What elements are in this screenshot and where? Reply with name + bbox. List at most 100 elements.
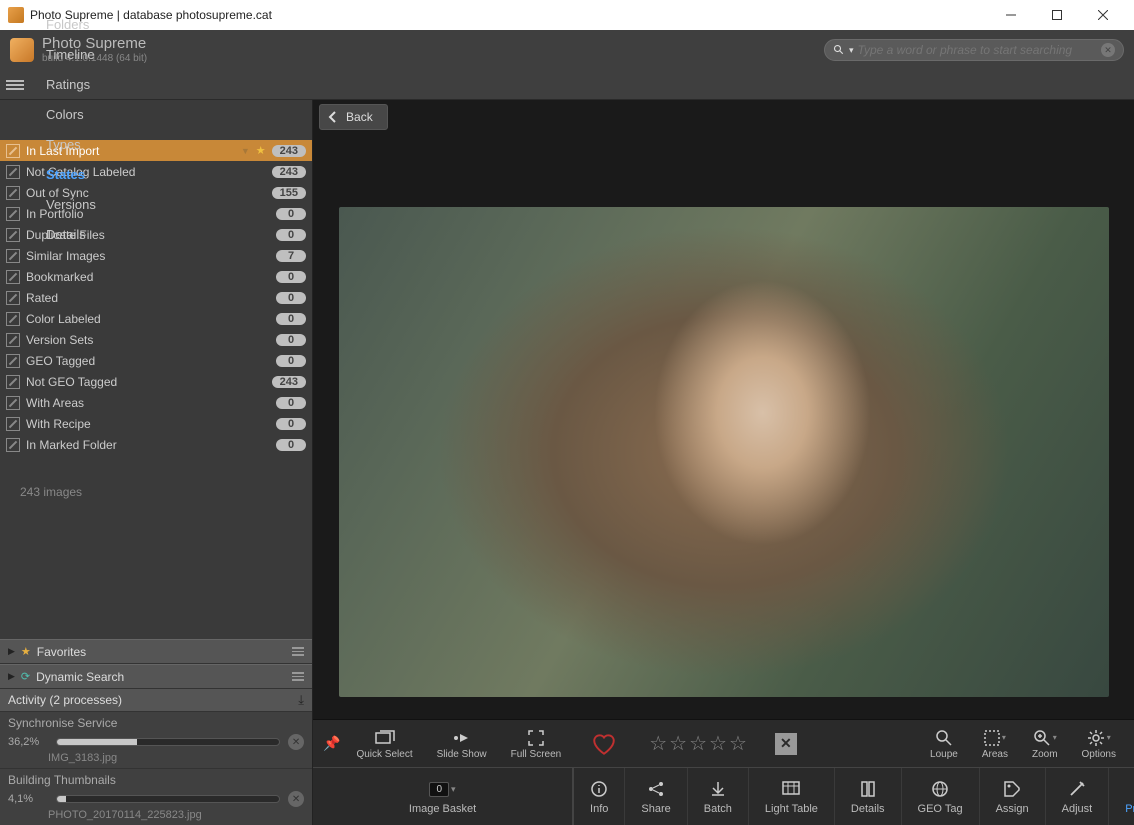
cancel-activity-button[interactable]: ✕ bbox=[288, 791, 304, 807]
chevron-left-icon bbox=[328, 111, 338, 123]
state-item[interactable]: Bookmarked 0 bbox=[0, 266, 312, 287]
loupe-button[interactable]: Loupe bbox=[922, 728, 966, 760]
state-item[interactable]: Rated 0 bbox=[0, 287, 312, 308]
app-header: Photo Supreme build 4.1.0.1448 (64 bit) … bbox=[0, 30, 1134, 70]
details-button[interactable]: Details bbox=[835, 768, 902, 825]
image-basket-button[interactable]: 0 ▾ Image Basket bbox=[313, 768, 573, 825]
share-button[interactable]: Share bbox=[625, 768, 687, 825]
assign-button[interactable]: Assign bbox=[980, 768, 1046, 825]
state-label: GEO Tagged bbox=[26, 354, 270, 368]
image-viewer: Back 📌 Quick Select Slide Show Full Scre… bbox=[313, 100, 1134, 825]
activity-file: IMG_3183.jpg bbox=[8, 752, 304, 764]
favorites-panel-header[interactable]: ▶ ★ Favorites bbox=[0, 639, 312, 664]
back-label: Back bbox=[346, 110, 373, 124]
maximize-button[interactable] bbox=[1034, 0, 1080, 30]
state-item[interactable]: Color Labeled 0 bbox=[0, 308, 312, 329]
search-field[interactable]: ▾ ✕ bbox=[824, 39, 1124, 61]
tab-portfolios[interactable]: Portfolios bbox=[34, 0, 121, 10]
progress-bar bbox=[56, 795, 280, 803]
state-label: With Areas bbox=[26, 396, 270, 410]
tab-types[interactable]: Types bbox=[34, 130, 121, 160]
dynamic-search-panel-header[interactable]: ▶ ⟳ Dynamic Search bbox=[0, 664, 312, 689]
tab-colors[interactable]: Colors bbox=[34, 100, 121, 130]
state-item[interactable]: With Areas 0 bbox=[0, 392, 312, 413]
panel-menu-icon[interactable] bbox=[292, 647, 304, 656]
tab-details[interactable]: Details bbox=[34, 220, 121, 250]
tab-versions[interactable]: Versions bbox=[34, 190, 121, 220]
activity-panel-header[interactable]: Activity (2 processes) ⤓ bbox=[0, 689, 312, 711]
adjust-button[interactable]: Adjust bbox=[1046, 768, 1110, 825]
hamburger-menu[interactable] bbox=[6, 80, 24, 90]
zoom-button[interactable]: ▾ Zoom bbox=[1024, 728, 1066, 760]
minimize-button[interactable] bbox=[988, 0, 1034, 30]
favorite-heart-icon[interactable] bbox=[591, 732, 617, 756]
star-4[interactable]: ☆ bbox=[709, 731, 727, 756]
tab-states[interactable]: States bbox=[34, 160, 121, 190]
state-item[interactable]: With Recipe 0 bbox=[0, 413, 312, 434]
star-1[interactable]: ☆ bbox=[649, 731, 667, 756]
light-table-icon bbox=[781, 778, 801, 800]
tab-folders[interactable]: Folders bbox=[34, 10, 121, 40]
back-button[interactable]: Back bbox=[319, 104, 388, 130]
activity-name: Building Thumbnails bbox=[8, 773, 304, 787]
close-button[interactable] bbox=[1080, 0, 1126, 30]
count-badge: 0 bbox=[276, 313, 306, 325]
areas-button[interactable]: ▾ Areas bbox=[974, 728, 1016, 760]
state-label: Bookmarked bbox=[26, 270, 270, 284]
star-3[interactable]: ☆ bbox=[689, 731, 707, 756]
rating-stars[interactable]: ☆ ☆ ☆ ☆ ☆ bbox=[649, 731, 747, 756]
logo-icon bbox=[10, 38, 34, 62]
tab-timeline[interactable]: Timeline bbox=[34, 40, 121, 70]
light-table-button[interactable]: Light Table bbox=[749, 768, 835, 825]
panel-menu-icon[interactable] bbox=[292, 672, 304, 681]
preview-button[interactable]: Preview bbox=[1109, 768, 1134, 825]
reject-button[interactable]: ✕ bbox=[775, 733, 797, 755]
star-5[interactable]: ☆ bbox=[729, 731, 747, 756]
zoom-icon: ▾ bbox=[1033, 728, 1057, 748]
search-icon bbox=[833, 44, 845, 56]
geo-tag-button[interactable]: GEO Tag bbox=[902, 768, 980, 825]
clear-search-button[interactable]: ✕ bbox=[1101, 43, 1115, 57]
cancel-activity-button[interactable]: ✕ bbox=[288, 734, 304, 750]
share-icon bbox=[647, 778, 665, 800]
search-dropdown-icon[interactable]: ▾ bbox=[849, 45, 854, 56]
state-label: Color Labeled bbox=[26, 312, 270, 326]
full-screen-button[interactable]: Full Screen bbox=[503, 728, 570, 760]
count-badge: 7 bbox=[276, 250, 306, 262]
options-button[interactable]: ▾ Options bbox=[1074, 728, 1124, 760]
window-title: Photo Supreme | database photosupreme.ca… bbox=[30, 8, 988, 22]
chevron-down-icon: ▼ bbox=[241, 146, 250, 156]
count-badge: 0 bbox=[276, 418, 306, 430]
quick-select-button[interactable]: Quick Select bbox=[348, 728, 420, 760]
edit-icon bbox=[6, 144, 20, 158]
state-item[interactable]: Version Sets 0 bbox=[0, 329, 312, 350]
search-input[interactable] bbox=[858, 43, 1101, 57]
info-button[interactable]: Info bbox=[574, 768, 625, 825]
state-label: In Marked Folder bbox=[26, 438, 270, 452]
batch-button[interactable]: Batch bbox=[688, 768, 749, 825]
activity-file: PHOTO_20170114_225823.jpg bbox=[8, 809, 304, 821]
state-item[interactable]: GEO Tagged 0 bbox=[0, 350, 312, 371]
expand-icon: ▶ bbox=[8, 671, 15, 682]
edit-icon bbox=[6, 270, 20, 284]
state-item[interactable]: In Marked Folder 0 bbox=[0, 434, 312, 455]
count-badge: 0 bbox=[276, 397, 306, 409]
slide-show-button[interactable]: Slide Show bbox=[429, 728, 495, 760]
state-label: Not GEO Tagged bbox=[26, 375, 266, 389]
image-count: 243 images bbox=[0, 455, 312, 529]
edit-icon bbox=[6, 396, 20, 410]
star-2[interactable]: ☆ bbox=[669, 731, 687, 756]
slide-show-icon bbox=[453, 728, 471, 748]
edit-icon bbox=[6, 228, 20, 242]
state-item[interactable]: Not GEO Tagged 243 bbox=[0, 371, 312, 392]
batch-icon bbox=[709, 778, 727, 800]
dynamic-search-label: Dynamic Search bbox=[36, 670, 124, 684]
tab-ratings[interactable]: Ratings bbox=[34, 70, 121, 100]
state-label: Rated bbox=[26, 291, 270, 305]
adjust-icon bbox=[1068, 778, 1086, 800]
preview-image[interactable] bbox=[339, 207, 1109, 697]
pin-icon[interactable]: 📌 bbox=[323, 735, 340, 752]
progress-bar bbox=[56, 738, 280, 746]
areas-icon: ▾ bbox=[984, 728, 1006, 748]
collapse-icon[interactable]: ⤓ bbox=[298, 692, 304, 708]
